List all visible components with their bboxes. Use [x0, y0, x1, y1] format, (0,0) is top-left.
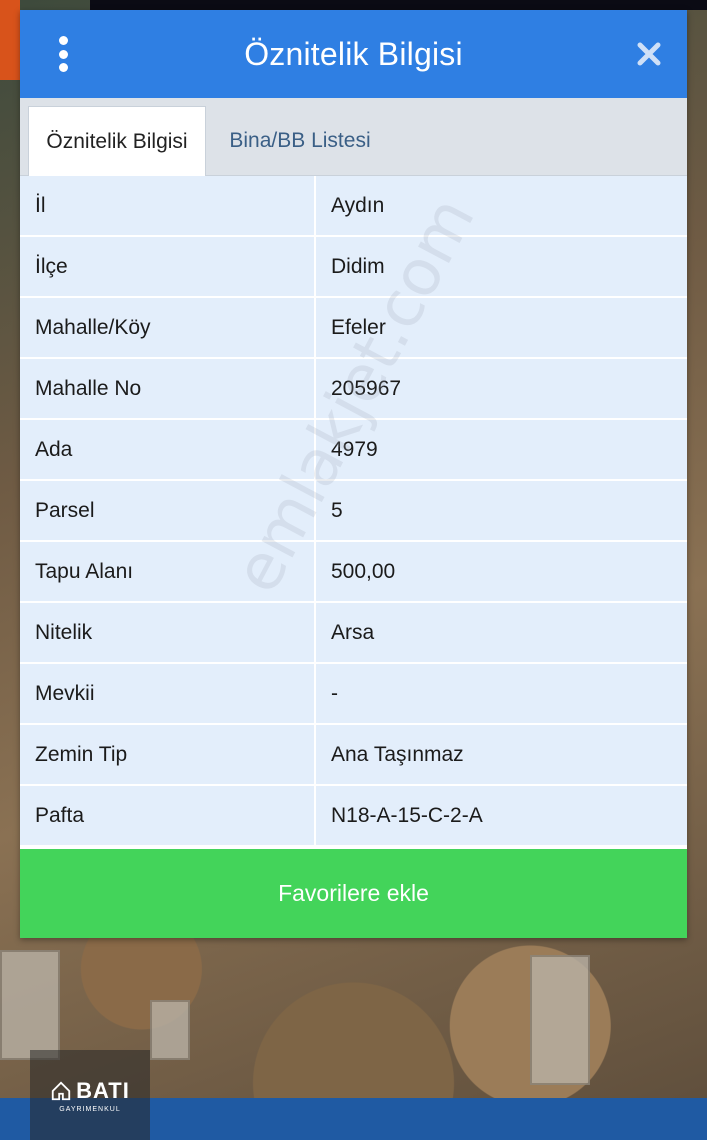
attribute-value: - — [331, 681, 338, 705]
attribute-value: 500,00 — [331, 559, 396, 583]
attribute-key: Pafta — [20, 786, 316, 845]
attribute-key: İl — [20, 176, 316, 235]
attribute-value: 5 — [331, 498, 343, 522]
map-building — [150, 1000, 190, 1060]
table-row: Mevkii - — [20, 664, 687, 725]
map-building — [530, 955, 590, 1085]
dialog-title: Öznitelik Bilgisi — [244, 35, 463, 72]
table-row: İl Aydın — [20, 176, 687, 237]
table-row: Tapu Alanı 500,00 — [20, 542, 687, 603]
table-row: Pafta N18-A-15-C-2-A — [20, 786, 687, 847]
attribute-value: Efeler — [331, 315, 386, 339]
table-row: Mahalle/Köy Efeler — [20, 298, 687, 359]
attribute-info-dialog: Öznitelik Bilgisi Öznitelik Bilgisi Bina… — [20, 10, 687, 938]
table-row: Nitelik Arsa — [20, 603, 687, 664]
attribute-key: Mahalle No — [20, 359, 316, 418]
map-building — [0, 950, 60, 1060]
attribute-value: Arsa — [331, 620, 375, 644]
attribute-key: Zemin Tip — [20, 725, 316, 784]
attribute-key: Mevkii — [20, 664, 316, 723]
table-row: İlçe Didim — [20, 237, 687, 298]
table-row: Parsel 5 — [20, 481, 687, 542]
table-row: Zemin Tip Ana Taşınmaz — [20, 725, 687, 786]
attribute-key: Nitelik — [20, 603, 316, 662]
close-icon[interactable] — [635, 40, 663, 68]
attribute-key: Ada — [20, 420, 316, 479]
logo-subtitle: GAYRIMENKUL — [59, 1105, 121, 1113]
tab-attribute-info[interactable]: Öznitelik Bilgisi — [28, 106, 206, 176]
attribute-key: Mahalle/Köy — [20, 298, 316, 357]
more-vertical-icon[interactable] — [50, 36, 76, 72]
attribute-value: 205967 — [331, 376, 402, 400]
company-logo: BATI GAYRIMENKUL — [30, 1050, 150, 1140]
attribute-value: Ana Taşınmaz — [331, 742, 464, 766]
map-edge-strip — [0, 0, 20, 80]
tab-building-list[interactable]: Bina/BB Listesi — [210, 106, 390, 176]
attribute-key: Tapu Alanı — [20, 542, 316, 601]
table-row: Mahalle No 205967 — [20, 359, 687, 420]
attribute-key: Parsel — [20, 481, 316, 540]
attribute-table: İl Aydın İlçe Didim Mahalle/Köy Efeler M… — [20, 176, 687, 847]
add-to-favorites-button[interactable]: Favorilere ekle — [20, 849, 687, 938]
attribute-value: N18-A-15-C-2-A — [331, 803, 483, 827]
attribute-value: 4979 — [331, 437, 378, 461]
dialog-header: Öznitelik Bilgisi — [20, 10, 687, 98]
attribute-key: İlçe — [20, 237, 316, 296]
attribute-value: Aydın — [331, 193, 385, 217]
status-area — [90, 0, 707, 10]
logo-name: BATI — [76, 1077, 130, 1103]
attribute-value: Didim — [331, 254, 385, 278]
table-row: Ada 4979 — [20, 420, 687, 481]
tab-bar: Öznitelik Bilgisi Bina/BB Listesi — [20, 98, 687, 176]
house-logo-icon — [51, 1080, 71, 1100]
